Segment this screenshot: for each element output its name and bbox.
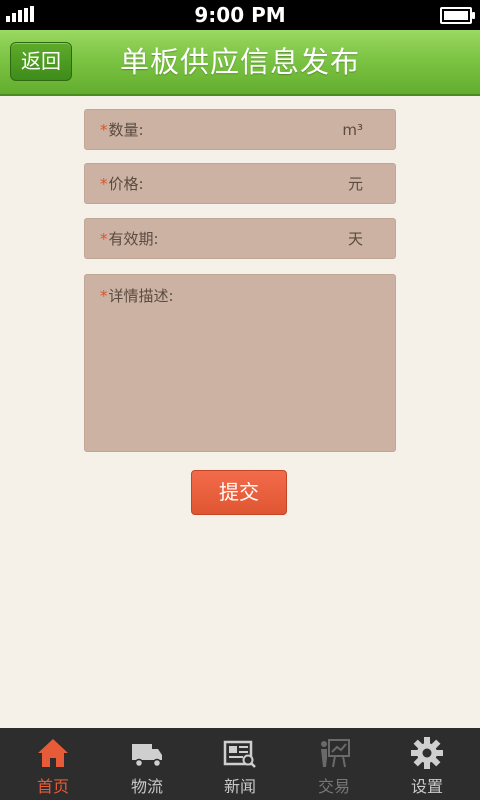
tab-logistics-label: 物流 <box>130 777 163 796</box>
newspaper-icon <box>223 740 256 768</box>
tab-home[interactable]: 首页 <box>5 728 101 800</box>
tab-settings[interactable]: 设置 <box>379 728 475 800</box>
page-title: 单板供应信息发布 <box>119 45 360 79</box>
home-icon <box>38 739 68 767</box>
description-label: *详情描述: <box>100 287 174 305</box>
tab-trade[interactable]: 交易 <box>286 728 382 800</box>
validity-unit: 天 <box>347 230 363 248</box>
tab-trade-label: 交易 <box>317 777 350 796</box>
bottom-tab-bar: 首页 物流 新闻 交易 设置 <box>0 728 480 800</box>
truck-icon <box>132 744 162 768</box>
status-time: 9:00 PM <box>194 3 286 27</box>
price-unit: 元 <box>347 175 363 193</box>
tab-news-label: 新闻 <box>223 777 256 796</box>
title-bar: 返回 单板供应信息发布 <box>0 30 480 96</box>
tab-logistics[interactable]: 物流 <box>99 728 195 800</box>
validity-field[interactable]: *有效期: 天 <box>84 218 396 259</box>
price-field[interactable]: *价格: 元 <box>84 163 396 204</box>
trade-icon <box>321 739 350 768</box>
tab-settings-label: 设置 <box>410 777 443 796</box>
tab-news[interactable]: 新闻 <box>192 728 288 800</box>
battery-icon <box>440 7 475 24</box>
quantity-label: *数量: <box>100 121 144 139</box>
validity-label: *有效期: <box>100 230 159 248</box>
quantity-field[interactable]: *数量: m³ <box>84 109 396 150</box>
back-button[interactable]: 返回 <box>10 42 72 81</box>
description-textarea[interactable]: *详情描述: <box>84 274 396 452</box>
price-label: *价格: <box>100 175 144 193</box>
tab-home-label: 首页 <box>36 777 69 796</box>
submit-button[interactable]: 提交 <box>191 470 287 515</box>
gear-icon <box>411 737 443 769</box>
status-bar: 9:00 PM <box>0 0 480 30</box>
quantity-unit: m³ <box>342 121 363 139</box>
